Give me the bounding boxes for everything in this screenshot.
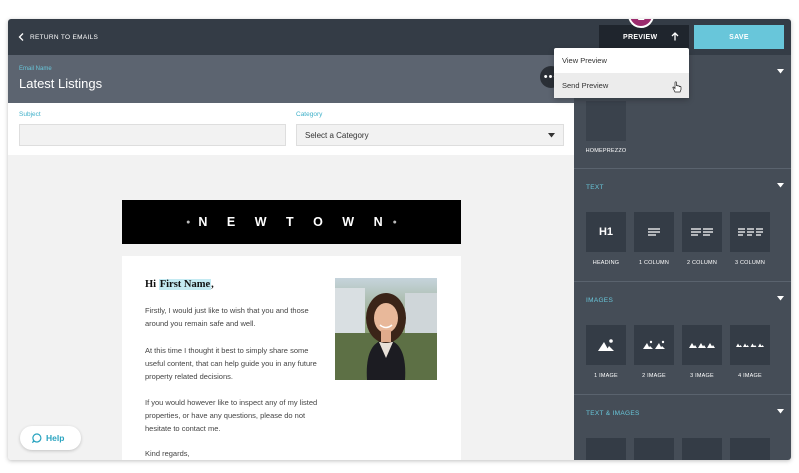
merge-field-first-name[interactable]: First Name [158,279,212,290]
tile-label-3-column: 3 COLUMN [734,260,766,266]
chat-bubble-icon [32,433,42,443]
brand-dot-left: ● [186,218,191,226]
four-mountain-images-icon [736,343,764,347]
menu-item-view-preview[interactable]: View Preview [554,48,689,73]
body-paragraph-2: At this time I thought it best to simply… [145,346,317,381]
greeting-suffix: , [211,279,214,290]
preview-dropdown-menu: View Preview Send Preview [554,48,689,98]
help-label: Help [46,433,65,443]
one-column-icon [648,228,660,236]
agent-photo[interactable] [335,278,437,380]
one-image-block-tile[interactable] [586,325,626,365]
save-button[interactable]: SAVE [694,25,784,49]
return-to-emails-link[interactable]: RETURN TO EMAILS [18,19,98,55]
caret-down-icon [548,133,555,138]
homeprezzo-block-tile[interactable] [586,101,626,141]
email-fields: Subject Category Select a Category [8,103,574,155]
caret-down-icon[interactable] [777,69,784,74]
section-title-text: TEXT [586,184,604,191]
help-button[interactable]: Help [20,426,81,450]
two-mountain-images-icon [643,340,665,349]
email-name-bar: Email Name Latest Listings [8,55,574,103]
return-to-emails-label: RETURN TO EMAILS [30,33,99,41]
divider [574,281,791,282]
menu-item-send-preview[interactable]: Send Preview [554,73,689,98]
homeprezzo-label: HOMEPREZZO [585,148,627,154]
one-column-block-tile[interactable] [634,212,674,252]
greeting-prefix: Hi [145,279,159,290]
two-column-icon [691,228,713,236]
divider [574,168,791,169]
body-paragraph-4: Kind regards, [145,449,190,458]
two-image-block-tile[interactable] [634,325,674,365]
brand-header: ● N E W T O W N ● [122,200,461,244]
heading-h1-glyph: H1 [598,226,614,238]
email-name-label: Email Name [19,66,52,72]
section-title-text-images: TEXT & IMAGES [586,410,640,417]
text-three-image-block-tile[interactable] [682,438,722,460]
email-body[interactable]: Hi First Name, Firstly, I would just lik… [122,256,461,460]
category-selected-value: Select a Category [305,130,369,140]
three-column-icon [738,228,763,236]
text-image-block-tile[interactable] [586,438,626,460]
four-image-block-tile[interactable] [730,325,770,365]
body-paragraph-1: Firstly, I would just like to wish that … [145,306,309,328]
subject-label: Subject [19,111,41,118]
two-column-block-tile[interactable] [682,212,722,252]
body-paragraph-3: If you would however like to inspect any… [145,398,318,433]
arrow-up-icon [671,32,679,41]
chevron-left-icon [18,33,24,41]
text-two-image-block-tile[interactable] [634,438,674,460]
subject-input[interactable] [19,124,286,146]
divider [574,394,791,395]
three-image-block-tile[interactable] [682,325,722,365]
agent-photo-image [335,278,437,380]
three-mountain-images-icon [689,343,715,348]
heading-block-tile[interactable]: H1 [586,212,626,252]
category-select[interactable]: Select a Category [296,124,564,146]
tile-label-4-image: 4 IMAGE [738,373,762,379]
email-canvas: ● N E W T O W N ● Hi First Name, Firstly… [8,155,574,460]
send-preview-label: Send Preview [562,81,609,90]
caret-down-icon[interactable] [777,409,784,414]
preview-button[interactable]: PREVIEW [599,25,689,49]
text-four-image-block-tile[interactable] [730,438,770,460]
hand-pointer-cursor-icon [672,81,682,93]
brand-name: N E W T O W N [198,215,391,229]
greeting: Hi First Name, [145,279,214,290]
blocks-panel: HOMEPREZZO TEXT H1 HEADING 1 COLUMN 2 CO… [574,55,791,460]
caret-down-icon[interactable] [777,183,784,188]
caret-down-icon[interactable] [777,296,784,301]
section-title-images: IMAGES [586,297,614,304]
email-name-value[interactable]: Latest Listings [19,76,102,91]
mountain-image-icon [598,339,614,351]
three-column-block-tile[interactable] [730,212,770,252]
category-label: Category [296,111,323,118]
preview-label: PREVIEW [623,33,658,41]
email-editor-window: RETURN TO EMAILS PREVIEW SAVE Email Name… [8,19,791,460]
brand-dot-right: ● [392,218,397,226]
